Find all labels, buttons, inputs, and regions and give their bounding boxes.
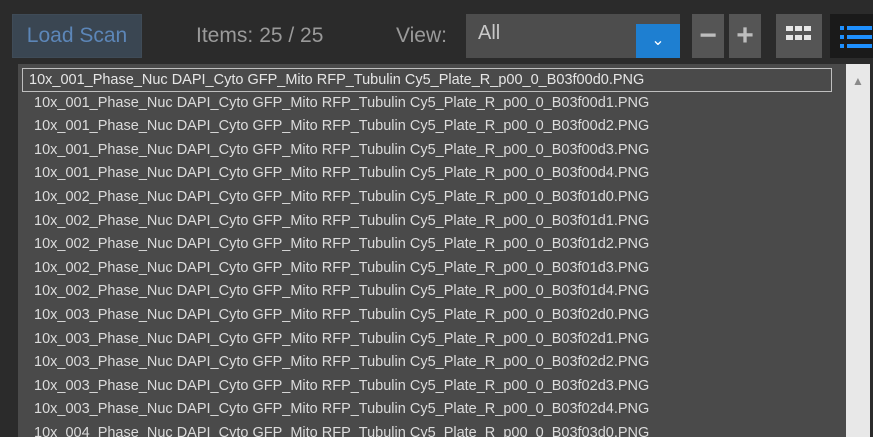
scroll-up-icon[interactable]: ▲ xyxy=(852,74,864,88)
file-list-item[interactable]: 10x_004_Phase_Nuc DAPI_Cyto GFP_Mito RFP… xyxy=(20,422,834,437)
items-prefix: Items: xyxy=(196,24,254,47)
file-list-item[interactable]: 10x_002_Phase_Nuc DAPI_Cyto GFP_Mito RFP… xyxy=(20,210,834,234)
chevron-down-icon[interactable]: ⌄ xyxy=(636,24,680,58)
file-list-item[interactable]: 10x_001_Phase_Nuc DAPI_Cyto GFP_Mito RFP… xyxy=(20,115,834,139)
grid-view-button[interactable] xyxy=(776,14,822,58)
items-count: 25 / 25 xyxy=(259,24,324,47)
file-list-item[interactable]: 10x_002_Phase_Nuc DAPI_Cyto GFP_Mito RFP… xyxy=(20,280,834,304)
file-list-item[interactable]: 10x_002_Phase_Nuc DAPI_Cyto GFP_Mito RFP… xyxy=(20,233,834,257)
zoom-out-button[interactable]: − xyxy=(692,14,724,58)
list-view-icon xyxy=(840,26,872,48)
view-select[interactable]: All ⌄ xyxy=(466,14,680,58)
file-list-item[interactable]: 10x_003_Phase_Nuc DAPI_Cyto GFP_Mito RFP… xyxy=(20,304,834,328)
file-list-rows: 10x_001_Phase_Nuc DAPI_Cyto GFP_Mito RFP… xyxy=(18,64,838,437)
file-list-item[interactable]: 10x_003_Phase_Nuc DAPI_Cyto GFP_Mito RFP… xyxy=(20,351,834,375)
file-list-item[interactable]: 10x_001_Phase_Nuc DAPI_Cyto GFP_Mito RFP… xyxy=(20,162,834,186)
vertical-scrollbar[interactable]: ▲ xyxy=(846,64,870,437)
list-view-button[interactable] xyxy=(830,14,873,58)
file-list-item[interactable]: 10x_002_Phase_Nuc DAPI_Cyto GFP_Mito RFP… xyxy=(20,186,834,210)
file-list-item[interactable]: 10x_003_Phase_Nuc DAPI_Cyto GFP_Mito RFP… xyxy=(20,398,834,422)
load-scan-button[interactable]: Load Scan xyxy=(12,14,142,58)
view-label: View: xyxy=(396,24,447,47)
file-list-item[interactable]: 10x_003_Phase_Nuc DAPI_Cyto GFP_Mito RFP… xyxy=(20,328,834,352)
file-list-item[interactable]: 10x_001_Phase_Nuc DAPI_Cyto GFP_Mito RFP… xyxy=(22,68,832,92)
view-select-value: All xyxy=(478,22,501,44)
grid-view-icon xyxy=(786,26,811,40)
file-list-item[interactable]: 10x_001_Phase_Nuc DAPI_Cyto GFP_Mito RFP… xyxy=(20,139,834,163)
file-list-item[interactable]: 10x_003_Phase_Nuc DAPI_Cyto GFP_Mito RFP… xyxy=(20,375,834,399)
file-list-item[interactable]: 10x_001_Phase_Nuc DAPI_Cyto GFP_Mito RFP… xyxy=(20,92,834,116)
file-list[interactable]: 10x_001_Phase_Nuc DAPI_Cyto GFP_Mito RFP… xyxy=(18,64,870,437)
file-list-item[interactable]: 10x_002_Phase_Nuc DAPI_Cyto GFP_Mito RFP… xyxy=(20,257,834,281)
toolbar: Load Scan Items: 25 / 25 View: All ⌄ − + xyxy=(0,0,873,62)
items-count-label: Items: 25 / 25 xyxy=(196,22,323,50)
zoom-in-button[interactable]: + xyxy=(729,14,761,58)
